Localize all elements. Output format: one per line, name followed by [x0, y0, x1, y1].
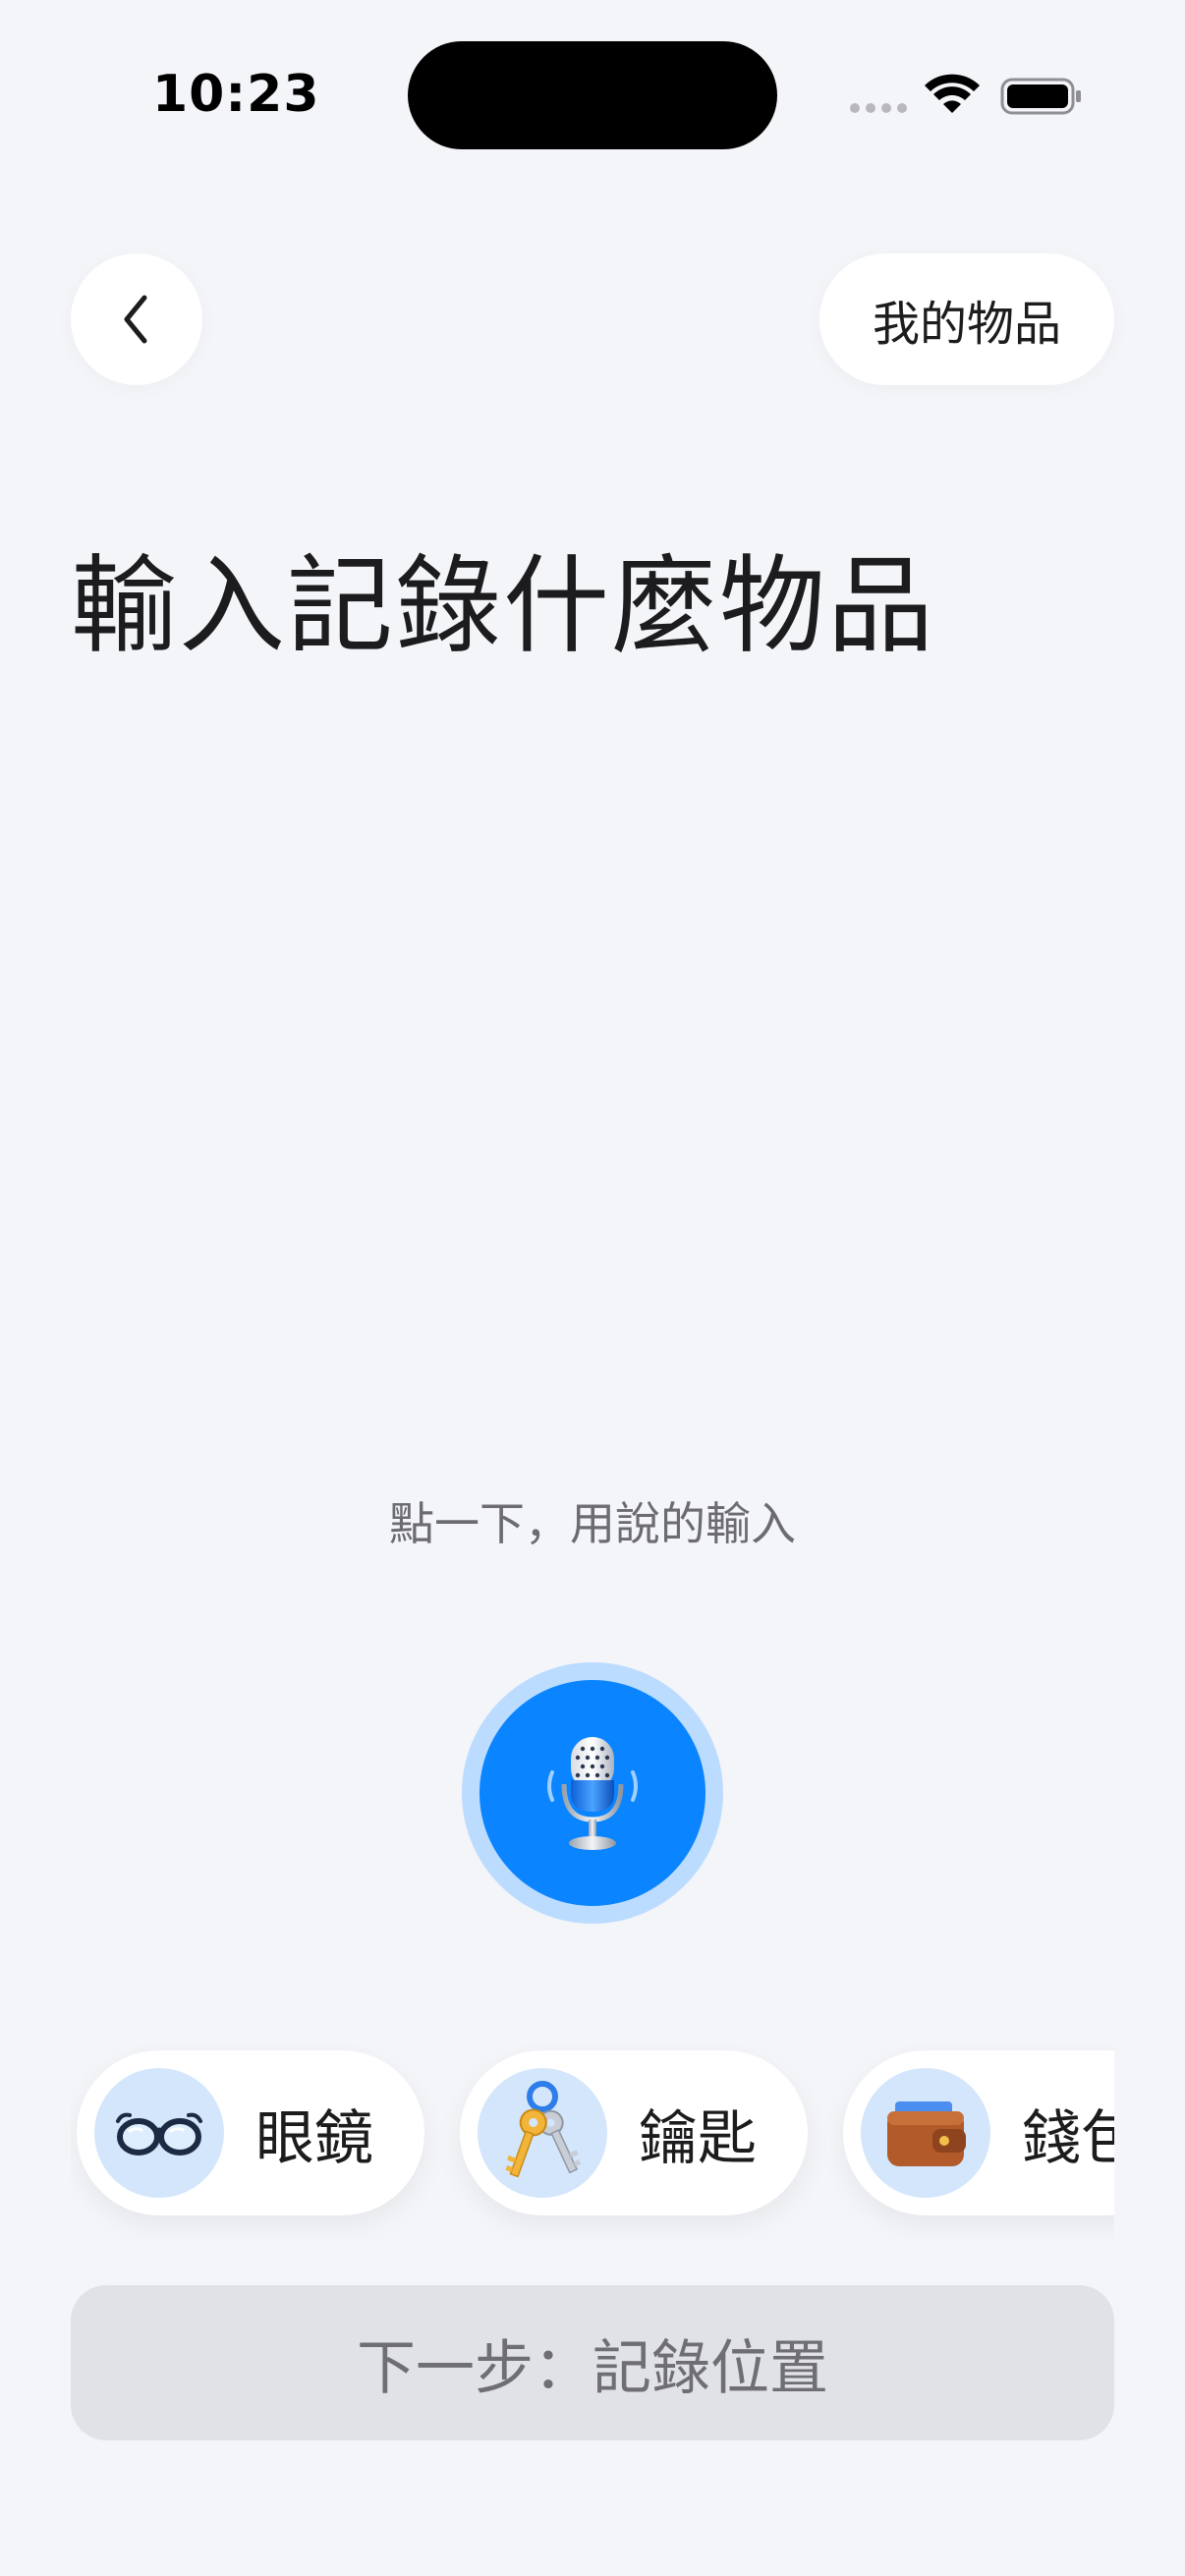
voice-input-inner: [480, 1680, 705, 1906]
cellular-signal-icon: [850, 103, 907, 113]
suggestion-chip-keys[interactable]: 鑰匙: [460, 2050, 808, 2215]
voice-hint: 點一下，用說的輸入: [389, 1497, 796, 1550]
suggestion-chip-wallet[interactable]: 錢包: [843, 2050, 1114, 2215]
suggestion-chip-glasses[interactable]: 眼鏡: [77, 2050, 424, 2215]
suggestion-chips: 眼鏡 鑰匙 錢包: [71, 2045, 1114, 2242]
next-step-button[interactable]: 下一步：記錄位置: [71, 2285, 1114, 2440]
back-button[interactable]: [71, 253, 202, 385]
keys-icon: [505, 2081, 582, 2178]
wallet-icon: [887, 2101, 966, 2166]
dynamic-island: [408, 41, 777, 149]
chip-icon-wrapper: [478, 2068, 607, 2198]
suggestion-chip-label: 鑰匙: [639, 2103, 757, 2173]
chip-icon-wrapper: [94, 2068, 224, 2198]
chevron-left-icon: [124, 295, 147, 344]
wifi-icon: [925, 74, 980, 113]
chip-icon-wrapper: [861, 2068, 990, 2198]
suggestion-chip-label: 錢包: [1022, 2103, 1114, 2173]
my-items-button[interactable]: 我的物品: [819, 253, 1114, 385]
voice-input-button[interactable]: [462, 1662, 723, 1924]
battery-icon: [1000, 78, 1081, 115]
status-time: 10:23: [152, 65, 320, 124]
suggestion-chip-label: 眼鏡: [255, 2103, 373, 2173]
microphone-icon: [547, 1737, 638, 1850]
status-bar: 10:23: [0, 0, 1185, 187]
glasses-icon: [116, 2112, 202, 2156]
page-title: 輸入記錄什麼物品: [71, 545, 936, 668]
